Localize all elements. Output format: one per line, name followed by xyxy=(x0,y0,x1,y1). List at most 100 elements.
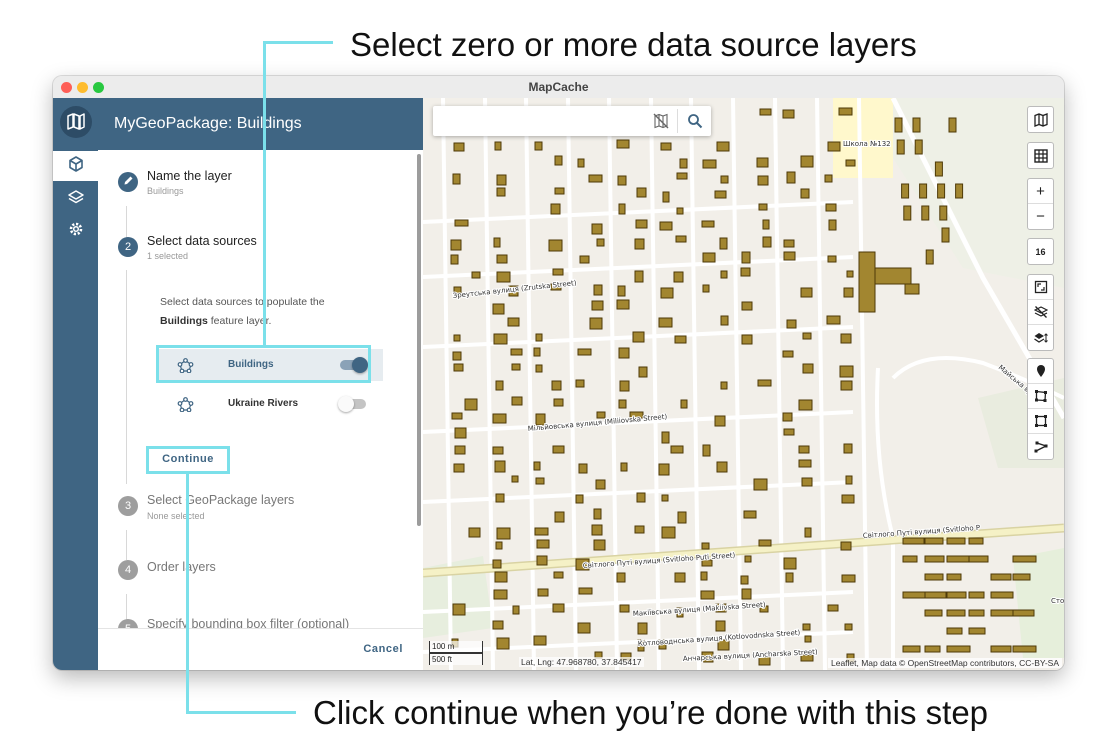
building xyxy=(701,542,710,550)
data-source-label: Ukraine Rivers xyxy=(228,398,299,409)
data-source-row-ukraine-rivers[interactable]: Ukraine Rivers xyxy=(158,388,383,420)
draw-tools-control[interactable] xyxy=(1027,358,1054,460)
building xyxy=(496,174,507,186)
draw-rectangle-icon[interactable] xyxy=(1028,409,1053,434)
building xyxy=(756,157,769,168)
fit-extent-icon[interactable] xyxy=(1028,275,1053,300)
building xyxy=(550,203,561,215)
building xyxy=(575,494,584,504)
view-tools-control[interactable] xyxy=(1027,274,1054,351)
building xyxy=(783,428,795,436)
building xyxy=(827,141,841,152)
grid-control[interactable] xyxy=(1027,142,1054,169)
building xyxy=(616,572,626,583)
building xyxy=(946,627,963,635)
building xyxy=(511,363,521,371)
building xyxy=(941,227,950,243)
clear-layers-icon[interactable] xyxy=(1028,300,1053,325)
building xyxy=(453,334,461,342)
layer-order-icon[interactable] xyxy=(1028,325,1053,350)
building xyxy=(741,301,753,311)
step-3-title: Select GeoPackage layers xyxy=(147,493,295,507)
search-icon[interactable] xyxy=(687,113,703,134)
building xyxy=(968,627,986,635)
zoom-out-icon[interactable]: − xyxy=(1028,204,1053,229)
building xyxy=(924,609,943,617)
building xyxy=(617,175,627,186)
building xyxy=(845,159,856,167)
building xyxy=(636,187,647,198)
building xyxy=(616,139,630,149)
step-2-title[interactable]: Select data sources xyxy=(147,234,257,248)
draw-polygon-icon[interactable] xyxy=(1028,384,1053,409)
building xyxy=(925,249,934,265)
grid-icon[interactable] xyxy=(1028,143,1053,168)
building xyxy=(453,463,465,473)
data-source-description: Select data sources to populate the Buil… xyxy=(160,293,360,331)
building xyxy=(714,190,727,199)
step-4-indicator: 4 xyxy=(118,560,138,580)
building xyxy=(495,493,505,503)
building xyxy=(496,271,511,283)
building xyxy=(902,537,925,545)
building xyxy=(454,427,467,439)
building xyxy=(700,590,715,600)
building xyxy=(921,205,930,221)
building xyxy=(783,251,796,261)
building xyxy=(591,300,604,311)
map-search-box[interactable] xyxy=(433,106,711,136)
title-bar: MapCache xyxy=(53,76,1064,99)
building xyxy=(740,575,749,585)
building xyxy=(720,381,728,390)
building xyxy=(676,207,684,215)
map-view[interactable]: Зреутська вулиця (Zrutska Street) Мільйов… xyxy=(423,98,1064,670)
building xyxy=(578,587,593,595)
draw-line-icon[interactable] xyxy=(1028,434,1053,459)
map-basemap-icon[interactable] xyxy=(1028,107,1053,132)
building xyxy=(741,334,753,345)
step-1-subtitle: Buildings xyxy=(147,186,184,196)
building xyxy=(716,461,728,473)
basemap-control[interactable] xyxy=(1027,106,1054,133)
rail-geopackage-button[interactable] xyxy=(53,151,98,181)
building xyxy=(534,527,549,536)
building xyxy=(937,183,946,199)
building xyxy=(617,285,626,297)
ukraine-rivers-toggle[interactable] xyxy=(338,396,368,412)
building xyxy=(800,287,813,298)
zoom-in-icon[interactable]: + xyxy=(1028,179,1053,204)
cancel-button[interactable]: Cancel xyxy=(357,642,409,656)
building xyxy=(720,270,728,279)
hide-geometry-icon[interactable] xyxy=(653,113,669,134)
building xyxy=(798,399,813,411)
building xyxy=(577,158,585,168)
building xyxy=(452,351,462,361)
building xyxy=(551,380,562,391)
building xyxy=(677,511,687,524)
scale-bar-imperial: 500 ft xyxy=(429,653,483,665)
building xyxy=(924,645,941,653)
building xyxy=(454,219,469,227)
building xyxy=(1012,573,1031,581)
rail-layers-button[interactable] xyxy=(53,184,98,214)
building xyxy=(804,527,812,538)
building xyxy=(924,537,944,545)
building xyxy=(494,141,502,151)
draw-marker-icon[interactable] xyxy=(1028,359,1053,384)
zoom-control[interactable]: + − xyxy=(1027,178,1054,230)
panel-scrollbar[interactable] xyxy=(417,154,421,526)
building xyxy=(802,623,811,631)
map-canvas[interactable]: Зреутська вулиця (Zrutska Street)Мільйов… xyxy=(423,98,1064,670)
building xyxy=(701,220,715,228)
step-1-title[interactable]: Name the layer xyxy=(147,169,232,183)
building xyxy=(783,239,795,248)
step-1-edit-indicator[interactable] xyxy=(118,172,138,192)
description-layer-name: Buildings xyxy=(160,315,208,327)
callout-select-layers: Select zero or more data source layers xyxy=(350,26,917,63)
building xyxy=(535,477,545,485)
building xyxy=(511,475,519,483)
building xyxy=(536,539,550,549)
building xyxy=(620,462,628,472)
building xyxy=(450,254,459,265)
rail-settings-button[interactable] xyxy=(53,216,98,246)
